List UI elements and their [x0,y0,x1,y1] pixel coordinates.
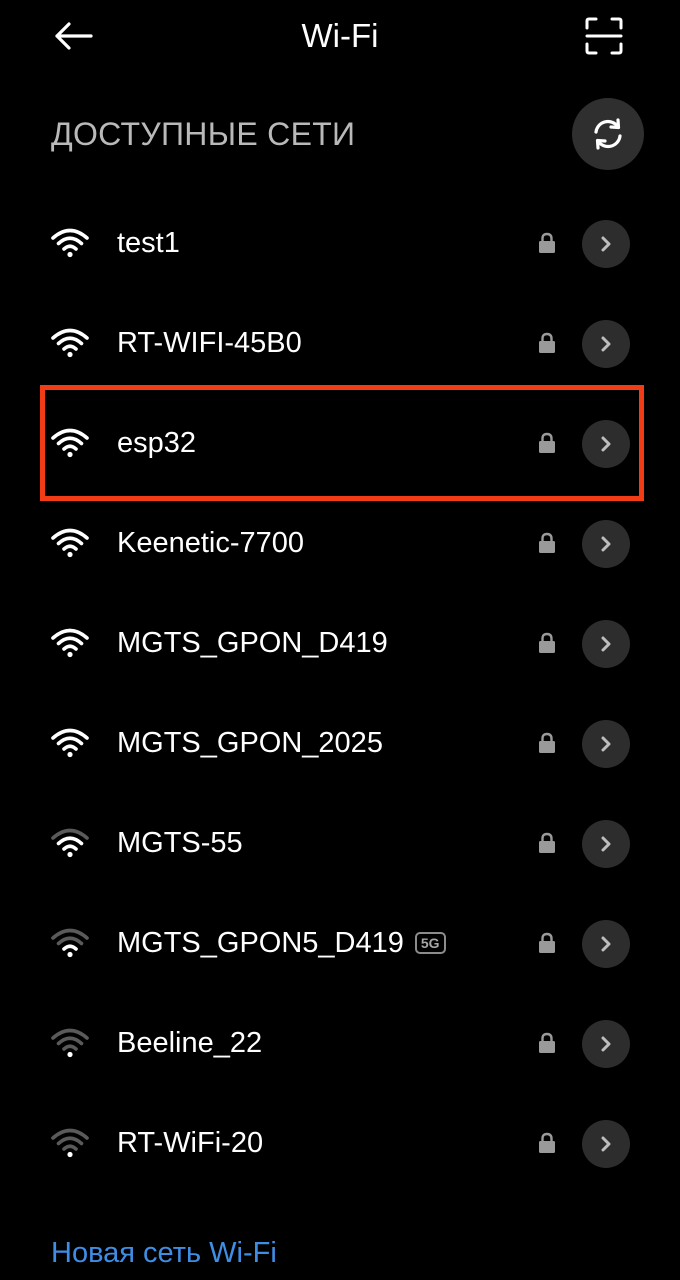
wifi-signal-icon-wrap [51,228,89,258]
lock-icon [539,332,555,353]
network-details-button[interactable] [582,720,630,768]
network-ssid: RT-WiFi-20 [117,1123,263,1163]
wifi-signal-icon-wrap [51,1128,89,1158]
network-list: test1 RT-WIFI-45B0 esp32 Keenetic-7700 MGTS_… [0,194,680,1194]
qr-scan-icon [585,17,623,55]
network-ssid-label: Beeline_22 [117,1027,263,1059]
network-ssid: RT-WIFI-45B0 [117,323,302,363]
add-network-link[interactable]: Новая сеть Wi-Fi [51,1234,277,1272]
chevron-right-icon [601,336,611,352]
highlight-annotation [40,385,644,501]
network-ssid-label: RT-WiFi-20 [117,1127,264,1159]
chevron-right-icon [601,636,611,652]
network-ssid-label: MGTS_GPON_D419 [117,627,388,659]
network-ssid: MGTS-55 [117,823,243,863]
lock-icon-wrap [538,332,556,354]
network-row[interactable]: MGTS_GPON_D419 [0,594,680,694]
network-ssid-label: MGTS_GPON_2025 [117,727,383,759]
network-details-button[interactable] [582,220,630,268]
wifi-signal-icon-wrap [51,728,89,758]
wifi-signal-icon [51,828,89,858]
lock-icon-wrap [538,1032,556,1054]
network-row[interactable]: MGTS_GPON5_D419 5G [0,894,680,994]
lock-icon [539,632,555,653]
lock-icon-wrap [538,1132,556,1154]
network-details-button[interactable] [582,520,630,568]
chevron-right-icon [601,1136,611,1152]
network-details-button[interactable] [582,320,630,368]
page-title: Wi-Fi [301,17,379,54]
lock-icon [539,1132,555,1153]
chevron-right-icon [601,1036,611,1052]
chevron-right-icon [601,836,611,852]
wifi-signal-icon-wrap [51,828,89,858]
network-row[interactable]: Keenetic-7700 [0,494,680,594]
lock-icon-wrap [538,832,556,854]
lock-icon [539,532,555,553]
network-details-button[interactable] [582,620,630,668]
band-badge: 5G [414,932,446,954]
wifi-signal-icon-wrap [51,928,89,958]
wifi-signal-icon [51,1128,89,1158]
lock-icon-wrap [538,932,556,954]
chevron-right-icon [601,536,611,552]
lock-icon-wrap [538,732,556,754]
scan-qr-button[interactable] [582,14,626,58]
network-ssid: MGTS_GPON_2025 [117,723,383,763]
network-ssid: MGTS_GPON_D419 [117,623,388,663]
wifi-signal-icon-wrap [51,528,89,558]
network-ssid-label: test1 [117,227,180,259]
network-ssid: test1 [117,223,180,263]
network-row[interactable]: RT-WIFI-45B0 [0,294,680,394]
network-details-button[interactable] [582,820,630,868]
network-details-button[interactable] [582,1120,630,1168]
lock-icon [539,232,555,253]
network-ssid-label: MGTS_GPON5_D419 [117,927,404,959]
chevron-right-icon [601,936,611,952]
lock-icon [539,732,555,753]
network-row[interactable]: test1 [0,194,680,294]
wifi-signal-icon [51,1028,89,1058]
lock-icon [539,932,555,953]
wifi-signal-icon [51,928,89,958]
lock-icon-wrap [538,232,556,254]
wifi-signal-icon-wrap [51,328,89,358]
wifi-signal-icon [51,228,89,258]
network-row[interactable]: MGTS-55 [0,794,680,894]
chevron-right-icon [601,736,611,752]
network-details-button[interactable] [582,920,630,968]
wifi-signal-icon [51,728,89,758]
lock-icon [539,832,555,853]
wifi-signal-icon-wrap [51,1028,89,1058]
wifi-signal-icon-wrap [51,628,89,658]
network-ssid: Beeline_22 [117,1023,262,1063]
lock-icon-wrap [538,632,556,654]
network-ssid-label: MGTS-55 [117,827,243,859]
network-ssid: MGTS_GPON5_D419 5G [117,923,446,963]
top-bar: Wi-Fi [0,0,680,76]
lock-icon-wrap [538,532,556,554]
network-ssid: Keenetic-7700 [117,523,304,563]
network-details-button[interactable] [582,1020,630,1068]
lock-icon [539,1032,555,1053]
refresh-button[interactable] [572,98,644,170]
wifi-signal-icon [51,328,89,358]
network-row[interactable]: Beeline_22 [0,994,680,1094]
network-row[interactable]: MGTS_GPON_2025 [0,694,680,794]
network-ssid-label: RT-WIFI-45B0 [117,327,302,359]
available-networks-heading: ДОСТУПНЫЕ СЕТИ [51,116,356,152]
refresh-icon [594,118,622,150]
chevron-right-icon [601,236,611,252]
wifi-signal-icon [51,628,89,658]
network-row[interactable]: RT-WiFi-20 [0,1094,680,1194]
wifi-signal-icon [51,528,89,558]
network-ssid-label: Keenetic-7700 [117,527,305,559]
